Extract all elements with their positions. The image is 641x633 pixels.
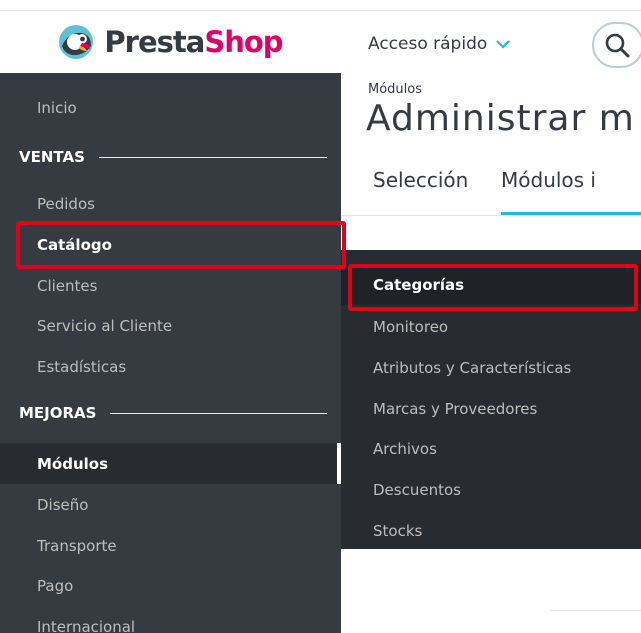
sidebar-section-ventas: VENTAS: [0, 142, 341, 172]
sidebar-item-pedidos[interactable]: Pedidos: [0, 183, 341, 224]
puffin-logo-icon: [59, 25, 94, 59]
page-tabs: Selección Módulos i: [341, 168, 641, 216]
sidebar-item-internacional[interactable]: Internacional: [0, 606, 341, 633]
quick-access-dropdown[interactable]: Acceso rápido: [368, 34, 511, 54]
sidebar-section-mejoras: MEJORAS: [0, 398, 341, 428]
sidebar: Inicio VENTAS Pedidos Catálogo Clientes …: [0, 73, 341, 633]
section-rule: [98, 156, 327, 158]
section-rule: [110, 412, 327, 414]
logo-wordmark: PrestaShop: [104, 25, 283, 59]
tab-modulos-instalados[interactable]: Módulos i: [501, 168, 596, 192]
sidebar-item-estadisticas[interactable]: Estadísticas: [0, 346, 341, 387]
sidebar-item-servicio-al-cliente[interactable]: Servicio al Cliente: [0, 305, 341, 346]
quick-access-label: Acceso rápido: [368, 34, 488, 54]
prestashop-logo[interactable]: PrestaShop: [0, 11, 341, 73]
chevron-down-icon: [496, 40, 511, 49]
sidebar-item-clientes[interactable]: Clientes: [0, 265, 341, 306]
submenu-item-atributos[interactable]: Atributos y Características: [341, 347, 641, 388]
search-icon: [605, 33, 630, 58]
section-label: VENTAS: [19, 148, 85, 166]
sidebar-item-inicio[interactable]: Inicio: [0, 87, 341, 128]
submenu-item-archivos[interactable]: Archivos: [341, 428, 641, 469]
sidebar-item-catalogo[interactable]: Catálogo: [0, 224, 341, 265]
section-label: MEJORAS: [19, 404, 97, 422]
sidebar-item-transporte[interactable]: Transporte: [0, 525, 341, 566]
submenu-item-stocks[interactable]: Stocks: [341, 510, 641, 551]
tab-seleccion[interactable]: Selección: [373, 168, 468, 192]
header-divider: [341, 215, 641, 216]
page-title: Administrar m: [366, 98, 635, 139]
sidebar-item-pago[interactable]: Pago: [0, 565, 341, 606]
submenu-item-descuentos[interactable]: Descuentos: [341, 469, 641, 510]
content-divider: [550, 610, 641, 611]
catalog-submenu: Productos Categorías Monitoreo Atributos…: [341, 250, 641, 549]
breadcrumb[interactable]: Módulos: [368, 82, 422, 97]
sidebar-item-modulos[interactable]: Módulos: [0, 443, 341, 484]
submenu-item-marcas[interactable]: Marcas y Proveedores: [341, 388, 641, 429]
search-button[interactable]: [592, 22, 641, 68]
submenu-item-monitoreo[interactable]: Monitoreo: [341, 306, 641, 347]
submenu-item-categorias[interactable]: Categorías: [341, 264, 641, 305]
sidebar-item-diseno[interactable]: Diseño: [0, 484, 341, 525]
